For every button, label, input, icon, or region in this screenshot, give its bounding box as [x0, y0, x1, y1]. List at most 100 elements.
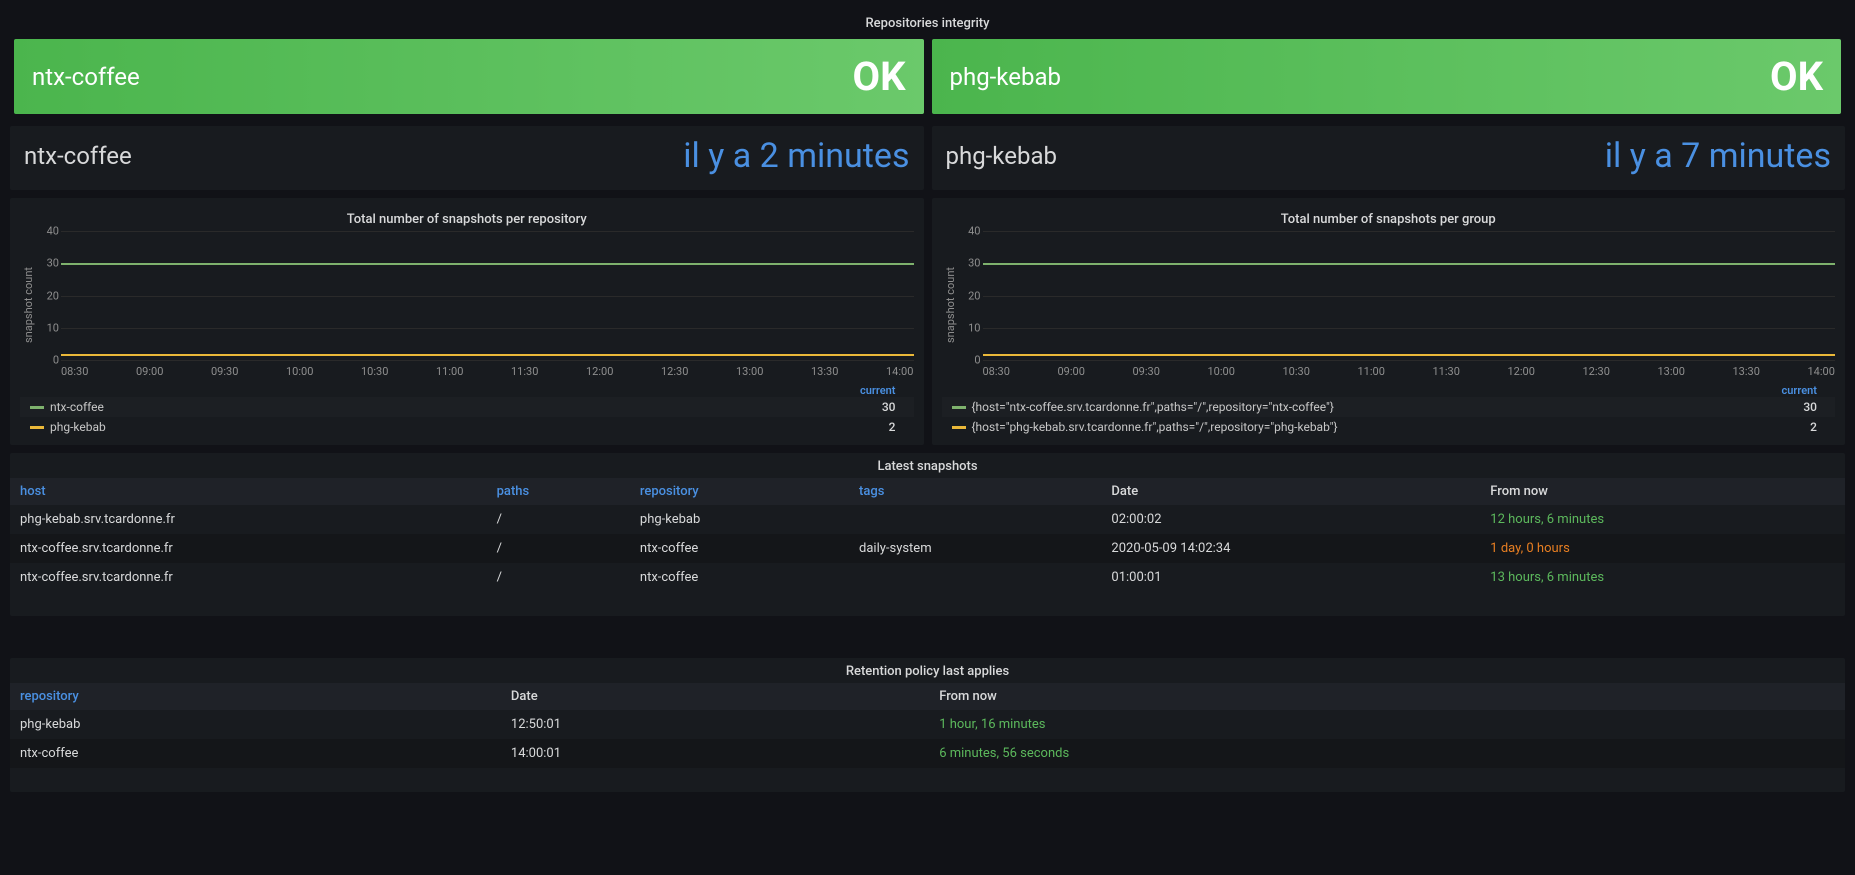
integrity-card-left[interactable]: ntx-coffee OK: [14, 39, 924, 114]
cell-from-now: 1 hour, 16 minutes: [929, 710, 1845, 739]
x-tick: 13:00: [1658, 365, 1685, 378]
cell-repository: phg-kebab: [630, 505, 849, 534]
table-row[interactable]: phg-kebab12:50:011 hour, 16 minutes: [10, 710, 1845, 739]
x-tick: 11:00: [436, 365, 463, 378]
cell-tags: [849, 505, 1101, 534]
legend-marker-icon: [952, 406, 966, 409]
x-tick: 14:00: [1808, 365, 1835, 378]
legend-row[interactable]: {host="ntx-coffee.srv.tcardonne.fr",path…: [942, 397, 1836, 417]
cell-date: 2020-05-09 14:02:34: [1101, 534, 1480, 563]
table-header[interactable]: paths: [487, 478, 630, 505]
x-tick: 12:00: [586, 365, 613, 378]
y-tick: 0: [959, 354, 981, 367]
last-snapshot-left-value: il y a 2 minutes: [683, 136, 909, 176]
x-tick: 12:30: [661, 365, 688, 378]
x-tick: 13:30: [1733, 365, 1760, 378]
y-tick: 30: [37, 257, 59, 270]
legend-marker-icon: [30, 426, 44, 429]
last-snapshot-left-label: ntx-coffee: [24, 142, 132, 170]
integrity-right-status: OK: [1770, 53, 1823, 100]
table-header[interactable]: repository: [630, 478, 849, 505]
x-tick: 09:30: [211, 365, 238, 378]
legend-header[interactable]: current: [860, 384, 895, 397]
chart-title: Total number of snapshots per group: [942, 206, 1836, 231]
x-tick: 09:00: [136, 365, 163, 378]
cell-from-now: 6 minutes, 56 seconds: [929, 739, 1845, 768]
y-tick: 30: [959, 257, 981, 270]
x-tick: 10:30: [361, 365, 388, 378]
y-tick: 10: [37, 321, 59, 334]
table-header[interactable]: repository: [10, 683, 501, 710]
integrity-section: Repositories integrity ntx-coffee OK phg…: [10, 10, 1845, 118]
chart-panel-0[interactable]: Total number of snapshots per repository…: [10, 198, 924, 445]
snapshots-table: hostpathsrepositorytagsDateFrom now phg-…: [10, 478, 1845, 592]
y-tick: 40: [37, 225, 59, 238]
retention-table-panel: Retention policy last applies repository…: [10, 658, 1845, 792]
table-row[interactable]: ntx-coffee14:00:016 minutes, 56 seconds: [10, 739, 1845, 768]
cell-date: 12:50:01: [501, 710, 929, 739]
cell-from-now: 1 day, 0 hours: [1480, 534, 1845, 563]
legend-label: {host="ntx-coffee.srv.tcardonne.fr",path…: [972, 400, 1804, 414]
x-tick: 09:30: [1133, 365, 1160, 378]
cell-repository: ntx-coffee: [630, 563, 849, 592]
cell-paths: /: [487, 505, 630, 534]
table-row[interactable]: ntx-coffee.srv.tcardonne.fr/ntx-coffeeda…: [10, 534, 1845, 563]
x-tick: 10:30: [1283, 365, 1310, 378]
legend-marker-icon: [30, 406, 44, 409]
table-header[interactable]: Date: [501, 683, 929, 710]
cell-repository: ntx-coffee: [10, 739, 501, 768]
x-tick: 09:00: [1058, 365, 1085, 378]
legend-row[interactable]: phg-kebab2: [20, 417, 914, 437]
legend-header[interactable]: current: [1782, 384, 1817, 397]
last-snapshot-right-value: il y a 7 minutes: [1605, 136, 1831, 176]
y-tick: 0: [37, 354, 59, 367]
cell-paths: /: [487, 534, 630, 563]
x-tick: 13:00: [736, 365, 763, 378]
chart-panel-1[interactable]: Total number of snapshots per groupsnaps…: [932, 198, 1846, 445]
chart-ylabel: snapshot count: [942, 231, 959, 378]
legend-row[interactable]: {host="phg-kebab.srv.tcardonne.fr",paths…: [942, 417, 1836, 437]
legend-row[interactable]: ntx-coffee30: [20, 397, 914, 417]
table-header[interactable]: From now: [929, 683, 1845, 710]
cell-from-now: 13 hours, 6 minutes: [1480, 563, 1845, 592]
y-tick: 20: [37, 289, 59, 302]
x-tick: 10:00: [1208, 365, 1235, 378]
cell-from-now: 12 hours, 6 minutes: [1480, 505, 1845, 534]
cell-date: 02:00:02: [1101, 505, 1480, 534]
integrity-left-status: OK: [852, 53, 905, 100]
y-tick: 10: [959, 321, 981, 334]
x-tick: 12:00: [1508, 365, 1535, 378]
cell-repository: phg-kebab: [10, 710, 501, 739]
x-tick: 08:30: [61, 365, 88, 378]
integrity-card-right[interactable]: phg-kebab OK: [932, 39, 1842, 114]
retention-table: repositoryDateFrom now phg-kebab12:50:01…: [10, 683, 1845, 768]
legend-label: {host="phg-kebab.srv.tcardonne.fr",paths…: [972, 420, 1811, 434]
cell-date: 01:00:01: [1101, 563, 1480, 592]
series-line: [61, 354, 914, 356]
chart-ylabel: snapshot count: [20, 231, 37, 378]
legend-value: 30: [1803, 400, 1817, 414]
chart-title: Total number of snapshots per repository: [20, 206, 914, 231]
table-header[interactable]: From now: [1480, 478, 1845, 505]
cell-repository: ntx-coffee: [630, 534, 849, 563]
series-line: [983, 263, 1836, 265]
series-line: [983, 354, 1836, 356]
table-row[interactable]: phg-kebab.srv.tcardonne.fr/phg-kebab02:0…: [10, 505, 1845, 534]
table-row[interactable]: ntx-coffee.srv.tcardonne.fr/ntx-coffee01…: [10, 563, 1845, 592]
last-snapshot-right[interactable]: phg-kebab il y a 7 minutes: [932, 126, 1846, 190]
x-tick: 12:30: [1583, 365, 1610, 378]
legend-value: 2: [1810, 420, 1817, 434]
table-header[interactable]: tags: [849, 478, 1101, 505]
integrity-title: Repositories integrity: [10, 10, 1845, 35]
cell-date: 14:00:01: [501, 739, 929, 768]
legend-label: phg-kebab: [50, 420, 889, 434]
x-tick: 11:30: [511, 365, 538, 378]
cell-tags: daily-system: [849, 534, 1101, 563]
table-header[interactable]: host: [10, 478, 487, 505]
cell-tags: [849, 563, 1101, 592]
last-snapshot-left[interactable]: ntx-coffee il y a 2 minutes: [10, 126, 924, 190]
integrity-right-label: phg-kebab: [950, 63, 1061, 91]
table-header[interactable]: Date: [1101, 478, 1480, 505]
x-tick: 13:30: [811, 365, 838, 378]
integrity-left-label: ntx-coffee: [32, 63, 140, 91]
